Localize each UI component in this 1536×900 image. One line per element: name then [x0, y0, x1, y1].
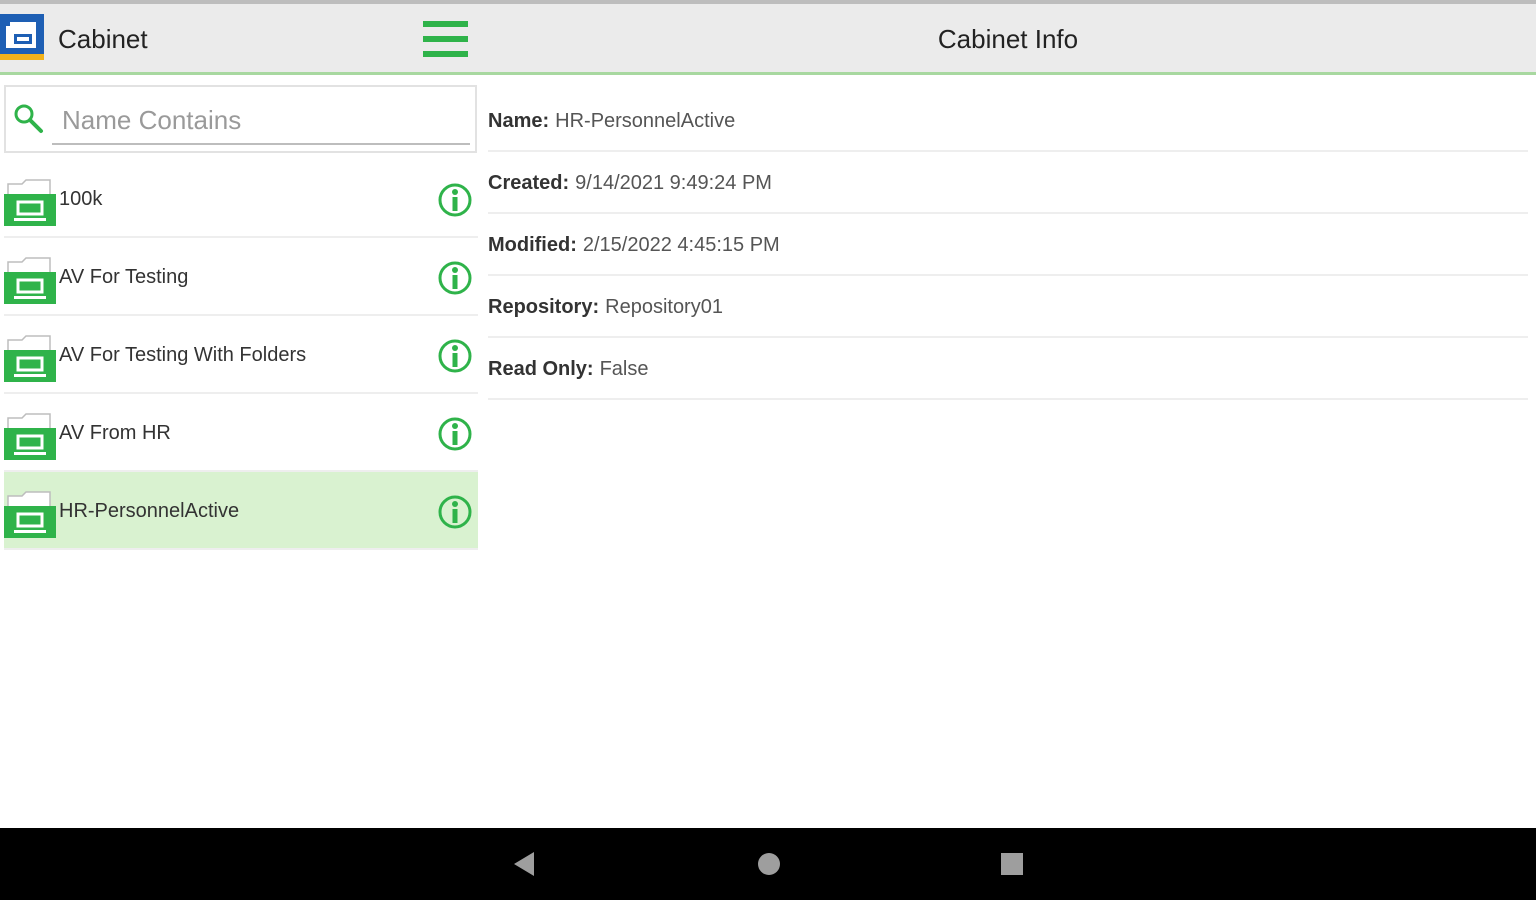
info-row-name: Name: HR-PersonnelActive: [488, 90, 1528, 152]
folder-icon: [4, 335, 56, 382]
list-item-label: HR-PersonnelActive: [59, 500, 240, 522]
info-icon[interactable]: [437, 416, 473, 452]
info-label: Created:: [488, 172, 570, 194]
cabinet-list: 100k AV For Testing AV For Testing With …: [4, 160, 478, 550]
search-box: [4, 85, 477, 153]
info-value: 9/14/2021 9:49:24 PM: [575, 172, 772, 194]
folder-icon: [4, 491, 56, 538]
list-item-label: 100k: [59, 188, 103, 210]
recent-apps-icon[interactable]: [998, 850, 1026, 878]
system-nav-bar: [0, 828, 1536, 900]
info-label: Name:: [488, 110, 550, 132]
info-icon[interactable]: [437, 260, 473, 296]
list-item[interactable]: AV For Testing: [4, 238, 478, 316]
info-label: Repository:: [488, 296, 600, 318]
info-row-repository: Repository: Repository01: [488, 276, 1528, 338]
info-icon[interactable]: [437, 182, 473, 218]
folder-icon: [4, 257, 56, 304]
list-item-label: AV From HR: [59, 422, 171, 444]
hamburger-menu-icon[interactable]: [420, 18, 470, 62]
list-item-selected[interactable]: HR-PersonnelActive: [4, 472, 478, 550]
back-icon[interactable]: [510, 850, 538, 878]
info-value: Repository01: [605, 296, 723, 318]
list-item[interactable]: AV For Testing With Folders: [4, 316, 478, 394]
search-input[interactable]: [52, 97, 470, 145]
info-row-read-only: Read Only: False: [488, 338, 1528, 400]
list-item-label: AV For Testing With Folders: [59, 344, 307, 366]
cabinet-logo-icon: [0, 14, 44, 60]
home-icon[interactable]: [755, 850, 783, 878]
app-root: Cabinet Cabinet Info 100k: [0, 0, 1536, 900]
app-header: Cabinet Cabinet Info: [0, 0, 1536, 75]
panel-title: Cabinet Info: [937, 24, 1079, 54]
info-icon[interactable]: [437, 338, 473, 374]
cabinet-info-panel: Name: HR-PersonnelActive Created: 9/14/202…: [488, 90, 1528, 400]
list-item[interactable]: 100k: [4, 160, 478, 238]
info-label: Modified:: [488, 234, 577, 256]
info-value: 2/15/2022 4:45:15 PM: [582, 234, 780, 256]
info-value: False: [599, 358, 649, 380]
list-item[interactable]: AV From HR: [4, 394, 478, 472]
info-label: Read Only:: [488, 358, 594, 380]
info-row-modified: Modified: 2/15/2022 4:45:15 PM: [488, 214, 1528, 276]
folder-icon: [4, 179, 56, 226]
info-icon[interactable]: [437, 494, 473, 530]
folder-icon: [4, 413, 56, 460]
info-row-created: Created: 9/14/2021 9:49:24 PM: [488, 152, 1528, 214]
info-value: HR-PersonnelActive: [555, 110, 736, 132]
search-icon: [14, 104, 43, 133]
list-item-label: AV For Testing: [59, 266, 189, 288]
app-title: Cabinet: [58, 24, 148, 54]
